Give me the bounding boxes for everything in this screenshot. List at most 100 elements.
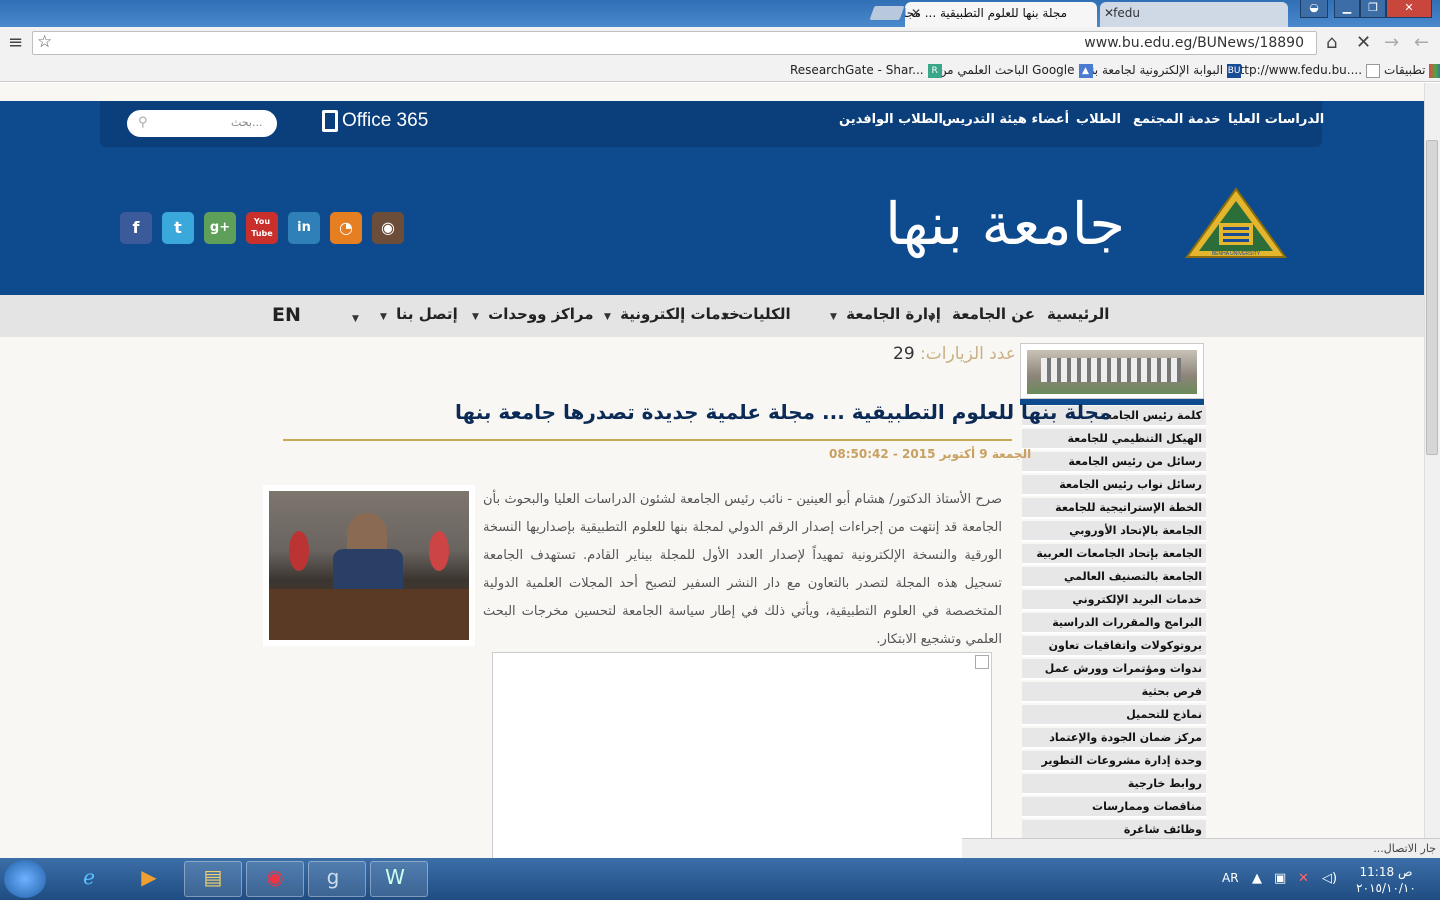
bookmark-bu-portal[interactable]: البوابة الإلكترونية لجامعة بنها BU [1082,63,1242,78]
sidebar-item[interactable]: نماذج للتحميل [1022,705,1206,726]
bu-icon: BU [1227,63,1242,78]
researchgate-icon: R [927,63,942,78]
close-window-button[interactable]: ✕ [1386,0,1432,18]
broken-image-icon [975,655,989,669]
user-icon[interactable]: ◒ [1300,0,1328,18]
nav-students[interactable]: الطلاب [1076,112,1121,127]
apps-icon [1429,63,1440,78]
language-indicator[interactable]: AR [1222,871,1239,885]
home-icon[interactable]: ⌂ [1326,32,1337,53]
menu-icon[interactable]: ≡ [8,32,23,53]
menu-centers[interactable]: ▼ مراكز ووحدات [472,305,594,323]
tab-title: fedu [1113,6,1140,20]
chevron-down-icon: ▼ [830,312,837,322]
sidebar-item[interactable]: البرامج والمقررات الدراسية [1022,613,1206,634]
logo-text: BENHA UNIVERSITY [1212,251,1261,257]
university-logo[interactable]: BENHA UNIVERSITY [1185,187,1287,261]
rss-icon[interactable]: ◔ [330,212,362,244]
search-input[interactable]: ⚲ بحث... [127,110,277,137]
sidebar-item[interactable]: الخطة الإستراتيجية للجامعة [1022,498,1206,519]
menu-contact[interactable]: ▼ إتصل بنا [380,305,458,323]
language-switch[interactable]: EN [272,304,301,326]
ie-icon[interactable]: ℯ [60,865,118,889]
chrome-icon: ◉ [266,865,284,889]
sidebar-item[interactable]: بروتوكولات واتفاقيات تعاون [1022,636,1206,657]
clock-date: ٢٠١٥/١٠/١٠ [1356,881,1416,895]
address-bar[interactable]: ☆ www.bu.edu.eg/BUNews/18890 [32,31,1317,55]
sidebar-item[interactable]: مركز ضمان الجودة والإعتماد [1022,728,1206,749]
sidebar-building-image [1020,343,1204,399]
title-divider [283,439,1012,441]
chevron-down-icon[interactable]: ▼ [928,307,939,325]
bookmark-fedu[interactable]: http://www.fedu.bu.... [1232,63,1381,78]
youtube-icon[interactable]: You Tube [246,212,278,244]
twitter-icon[interactable]: t [162,212,194,244]
nav-community[interactable]: خدمة المجتمع [1133,112,1221,127]
network-icon[interactable]: ▣ [1274,871,1286,886]
instagram-icon[interactable]: ◉ [372,212,404,244]
media-player-icon[interactable]: ▶ [120,865,178,889]
google-icon: g [326,865,340,889]
nav-staff[interactable]: أعضاء هيئة التدريس [942,112,1069,127]
close-tab-icon[interactable]: ✕ [911,2,921,24]
network-error-icon[interactable]: ✕ [1298,871,1309,886]
office365-link[interactable]: Office 365 [322,110,428,132]
menu-administration[interactable]: ▼ إدارة الجامعة [830,305,941,323]
facebook-icon[interactable]: f [120,212,152,244]
sidebar-item[interactable]: الجامعة بالتصنيف العالمي [1022,567,1206,588]
stop-icon[interactable]: ✕ [1356,32,1371,53]
university-name: جامعة بنها [885,190,1126,258]
bookmark-label: تطبيقات [1384,63,1426,77]
google-plus-icon[interactable]: g+ [204,212,236,244]
flag-icon[interactable]: ▲ [1252,871,1262,886]
sidebar-item[interactable]: روابط خارجية [1022,774,1206,795]
star-icon[interactable]: ☆ [37,32,52,52]
start-button[interactable] [4,860,46,898]
volume-icon[interactable]: ◁) [1322,871,1337,886]
url-text: www.bu.edu.eg/BUNews/18890 [1084,35,1304,51]
sidebar-item[interactable]: الجامعة بإتحاد الجامعات العربية [1022,544,1206,565]
sidebar-item[interactable]: مناقصات وممارسات [1022,797,1206,818]
menu-about[interactable]: عن الجامعة [952,305,1035,323]
forward-icon[interactable]: → [1384,32,1399,53]
sidebar-item[interactable]: فرص بحثية [1022,682,1206,703]
maximize-button[interactable]: ❐ [1360,0,1386,18]
sidebar-item[interactable]: رسائل من رئيس الجامعة [1022,452,1206,473]
linkedin-icon[interactable]: in [288,212,320,244]
back-icon[interactable]: ← [1414,32,1429,53]
embedded-frame[interactable] [492,652,992,862]
sidebar-item[interactable]: الجامعة بالإتحاد الأوروبي [1022,521,1206,542]
sidebar-item[interactable]: رسائل نواب رئيس الجامعة [1022,475,1206,496]
menu-label: خدمات إلكترونية [620,305,740,323]
tab-fedu[interactable]: ✕ fedu [1100,2,1288,27]
close-tab-icon[interactable]: ✕ [1104,2,1114,24]
clock[interactable]: 11:18 ص ٢٠١٥/١٠/١٠ [1350,864,1422,896]
scholar-icon: ▲ [1078,63,1093,78]
visits-count: 29 [893,344,915,364]
article-photo [263,485,475,646]
sidebar-item[interactable]: خدمات البريد الإلكتروني [1022,590,1206,611]
new-tab-button[interactable] [869,6,905,20]
chevron-down-icon[interactable]: ▼ [352,307,363,325]
article-date: الجمعة 9 أكتوبر 2015 - 08:50:42 [829,447,1032,461]
nav-foreign-students[interactable]: الطلاب الوافدين [839,112,943,127]
bookmark-apps[interactable]: تطبيقات [1384,63,1440,78]
nav-postgrad[interactable]: الدراسات العليا [1228,112,1324,127]
sidebar-item[interactable]: الهيكل التنظيمي للجامعة [1022,429,1206,450]
clock-time: 11:18 ص [1359,865,1413,879]
sidebar-item[interactable]: وحدة إدارة مشروعات التطوير [1022,751,1206,772]
article-title: مجلة بنها للعلوم التطبيقية ... مجلة علمي… [455,400,1112,424]
status-bar: جار الاتصال... [962,838,1440,858]
tab-active[interactable]: ✕ مجلة بنها للعلوم التطبيقية ... مجلة [905,2,1097,27]
sidebar-item[interactable]: ندوات ومؤتمرات وورش عمل [1022,659,1206,680]
scrollbar-thumb[interactable] [1426,140,1438,455]
bookmark-scholar[interactable]: الباحث العلمي من Google ▲ [938,63,1093,78]
chevron-down-icon: ▼ [472,312,479,322]
menu-eservices[interactable]: ▼ خدمات إلكترونية [604,305,740,323]
bookmark-researchgate[interactable]: ResearchGate - Shar... R [790,63,942,78]
chevron-down-icon: ▼ [604,312,611,322]
search-icon: ⚲ [138,115,148,130]
menu-home[interactable]: الرئيسية [1047,305,1109,323]
article-body: صرح الأستاذ الدكتور/ هشام أبو العينين - … [483,492,1002,647]
minimize-button[interactable]: ▁ [1334,0,1360,18]
